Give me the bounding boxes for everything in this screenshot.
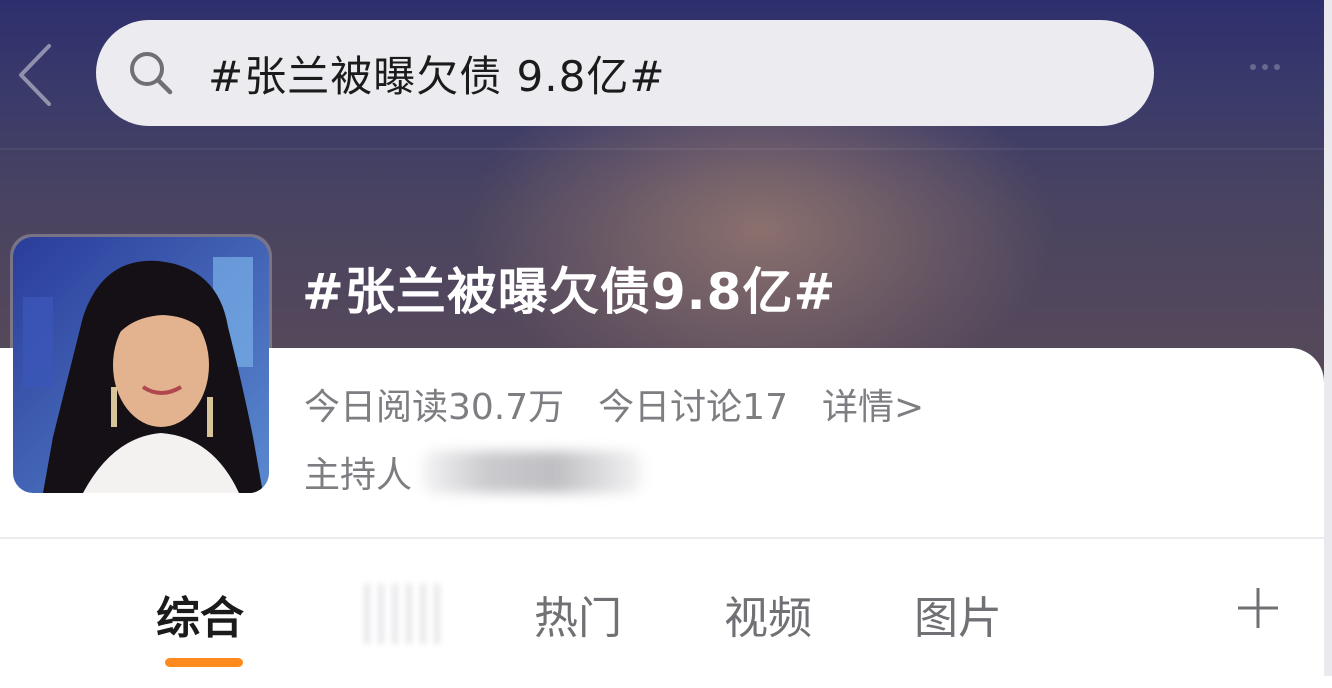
search-query-text[interactable]: #张兰被曝欠债 9.8亿# (208, 43, 666, 104)
topic-photo (13, 237, 269, 493)
tab-hot[interactable]: 热门 (534, 582, 622, 646)
more-dot (1262, 64, 1268, 70)
tab-comprehensive[interactable]: 综合 (156, 582, 244, 646)
chevron-left-icon (19, 44, 51, 106)
search-icon (130, 52, 173, 95)
tab-blurred[interactable] (356, 584, 444, 644)
screen-edge (1324, 0, 1332, 676)
tab-images[interactable]: 图片 (914, 582, 1002, 646)
plus-icon[interactable] (1234, 584, 1282, 632)
reads-count: 今日阅读30.7万 (304, 387, 565, 428)
header-divider (0, 148, 1332, 150)
search-bar[interactable]: #张兰被曝欠债 9.8亿# (96, 20, 1154, 126)
host-row: 主持人 (304, 446, 643, 498)
more-options-button[interactable] (1250, 64, 1280, 70)
topic-avatar[interactable] (10, 234, 272, 496)
host-label: 主持人 (304, 455, 413, 496)
topic-stats: 今日阅读30.7万 今日讨论17 详情> (304, 378, 924, 430)
details-link[interactable]: 详情> (822, 378, 924, 430)
more-dot (1274, 64, 1280, 70)
host-name-blurred[interactable] (422, 451, 643, 493)
topic-title: #张兰被曝欠债9.8亿# (302, 263, 837, 321)
more-dot (1250, 64, 1256, 70)
active-tab-indicator (165, 658, 243, 667)
back-button[interactable] (10, 40, 60, 110)
tab-divider (0, 537, 1324, 539)
discussion-count: 今日讨论17 (598, 387, 788, 428)
tab-video[interactable]: 视频 (724, 582, 812, 646)
